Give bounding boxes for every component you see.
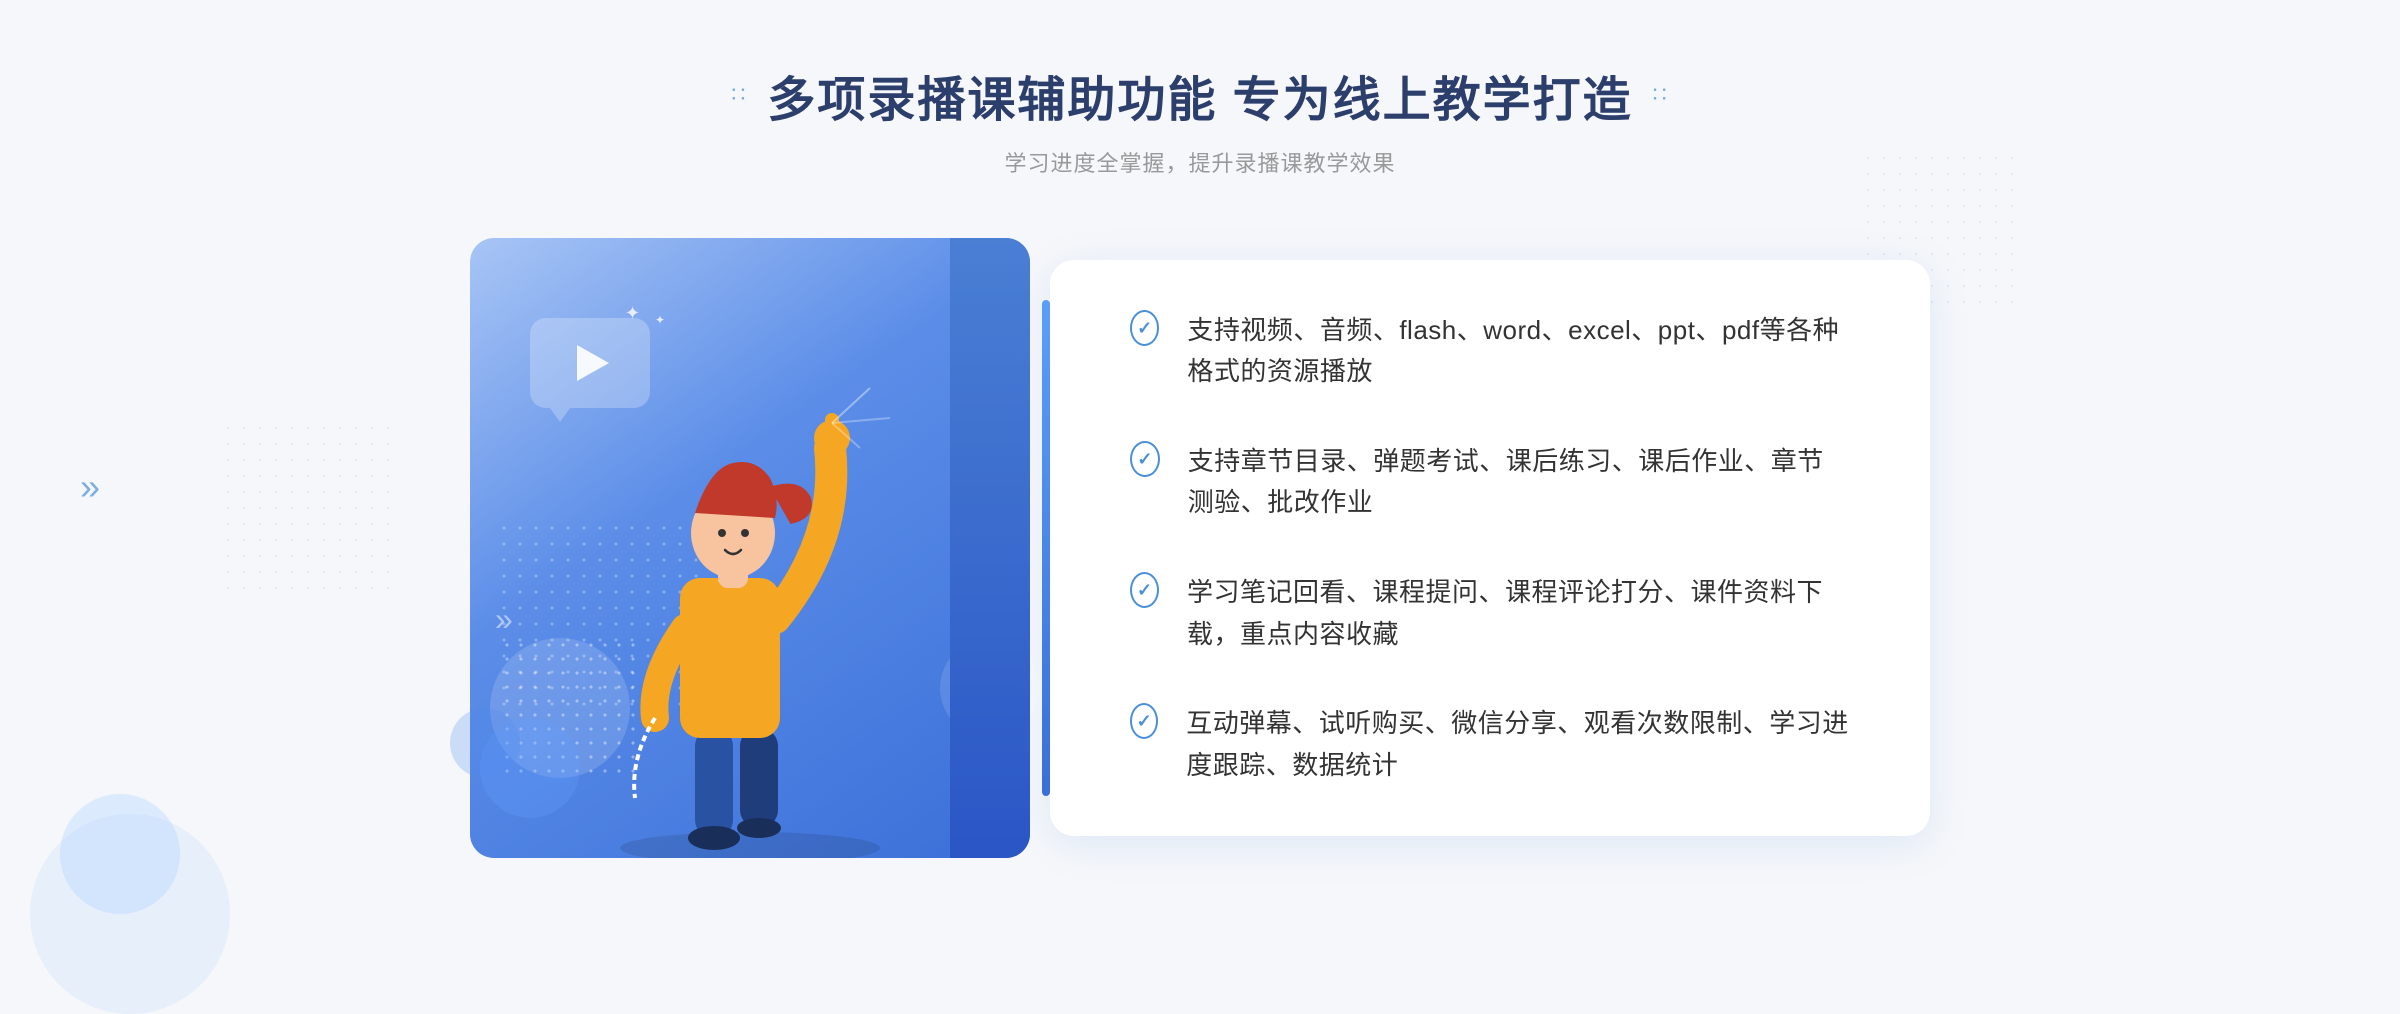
feature-text-1: 支持视频、音频、flash、word、excel、ppt、pdf等各种格式的资源… (1187, 310, 1850, 393)
check-icon-3 (1130, 572, 1159, 608)
chevron-left-decoration: » (80, 466, 100, 508)
feature-text-4: 互动弹幕、试听购买、微信分享、观看次数限制、学习进度跟踪、数据统计 (1186, 703, 1850, 786)
header-decoration: ∷ 多项录播课辅助功能 专为线上教学打造 ∷ (731, 60, 1668, 130)
feature-text-3: 学习笔记回看、课程提问、课程评论打分、课件资料下载，重点内容收藏 (1187, 572, 1850, 655)
circle-bottom-left-2 (450, 708, 520, 778)
card-right-accent (950, 238, 1030, 858)
features-card: 支持视频、音频、flash、word、excel、ppt、pdf等各种格式的资源… (1050, 260, 1930, 837)
feature-item-4: 互动弹幕、试听购买、微信分享、观看次数限制、学习进度跟踪、数据统计 (1130, 703, 1850, 786)
bg-dot-grid-left (220, 420, 400, 600)
bg-circle-large (30, 814, 230, 1014)
features-left-bar (1042, 300, 1050, 797)
page-title: 多项录播课辅助功能 专为线上教学打造 (767, 60, 1632, 130)
header-dots-right: ∷ (1653, 82, 1669, 108)
card-chevrons: » (495, 601, 513, 638)
check-icon-2 (1130, 441, 1160, 477)
check-icon-1 (1130, 310, 1159, 346)
feature-item-2: 支持章节目录、弹题考试、课后练习、课后作业、章节测验、批改作业 (1130, 441, 1850, 524)
feature-item-1: 支持视频、音频、flash、word、excel、ppt、pdf等各种格式的资源… (1130, 310, 1850, 393)
check-icon-4 (1130, 703, 1158, 739)
illustration-card: ✦ ✦ (470, 238, 1030, 858)
page-subtitle: 学习进度全掌握，提升录播课教学效果 (0, 146, 2400, 178)
header-section: ∷ 多项录播课辅助功能 专为线上教学打造 ∷ 学习进度全掌握，提升录播课教学效果 (0, 0, 2400, 198)
feature-item-3: 学习笔记回看、课程提问、课程评论打分、课件资料下载，重点内容收藏 (1130, 572, 1850, 655)
header-dots-left: ∷ (731, 82, 747, 108)
feature-text-2: 支持章节目录、弹题考试、课后练习、课后作业、章节测验、批改作业 (1188, 441, 1850, 524)
